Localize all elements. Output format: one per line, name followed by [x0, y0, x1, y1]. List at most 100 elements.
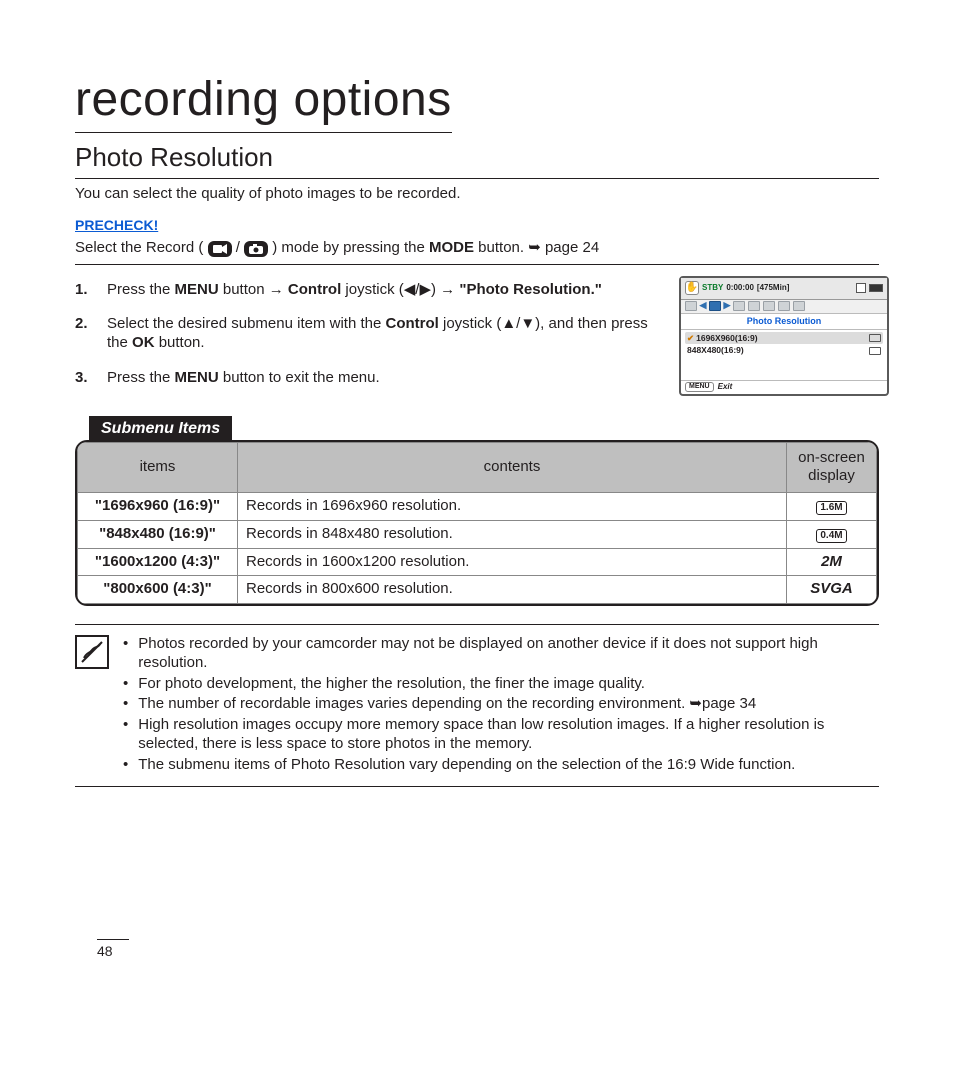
- modeline-post: ) mode by pressing the: [272, 239, 429, 256]
- step-number: 3.: [75, 369, 97, 388]
- bold-term: Control: [288, 281, 341, 298]
- iconrow-item: [778, 301, 790, 311]
- arrow-icon: ➥: [528, 239, 541, 256]
- note-text: The submenu items of Photo Resolution va…: [138, 756, 795, 775]
- camera-icon: [244, 241, 268, 257]
- table-row: "848x480 (16:9)"Records in 848x480 resol…: [78, 520, 877, 548]
- cell-display: SVGA: [787, 576, 877, 604]
- menu-pill: MENU: [685, 382, 714, 393]
- bold-term: MENU: [175, 369, 219, 386]
- notes-box: Photos recorded by your camcorder may no…: [75, 624, 879, 787]
- page-title: recording options: [75, 70, 452, 133]
- cell-item: "1696x960 (16:9)": [78, 493, 238, 521]
- note-item: Photos recorded by your camcorder may no…: [123, 635, 879, 673]
- note-text: High resolution images occupy more memor…: [138, 716, 879, 754]
- precheck-label: PRECHECK!: [75, 217, 879, 235]
- table-row: "800x600 (4:3)"Records in 800x600 resolu…: [78, 576, 877, 604]
- section-title: Photo Resolution: [75, 141, 879, 179]
- modeline-pre: Select the Record (: [75, 239, 208, 256]
- screen-iconrow: ◀ ▶: [681, 300, 887, 314]
- text: button.: [155, 334, 205, 351]
- step-body: Press the MENU button to exit the menu.: [107, 369, 380, 388]
- resolution-icon: [869, 347, 881, 355]
- cell-display: 0.4M: [787, 520, 877, 548]
- modeline-pageref: page 24: [545, 239, 599, 256]
- screen-option-list: ✔1696X960(16:9)848X480(16:9): [681, 330, 887, 359]
- text: button to exit the menu.: [219, 369, 380, 386]
- card-icon: [856, 283, 866, 293]
- cell-display: 2M: [787, 548, 877, 576]
- exit-label: Exit: [718, 382, 733, 392]
- lcd-preview: ✋ STBY 0:00:00 [475Min] ◀ ▶ Photo Resolu…: [679, 276, 889, 396]
- screen-option-label: 848X480(16:9): [687, 345, 744, 356]
- bold-term: Control: [385, 315, 438, 332]
- text: →: [440, 281, 455, 298]
- resolution-icon: [869, 334, 881, 342]
- submenu-tag: Submenu Items: [89, 416, 232, 442]
- step-number: 1.: [75, 281, 97, 300]
- display-badge: 1.6M: [816, 501, 846, 515]
- note-item: For photo development, the higher the re…: [123, 675, 879, 694]
- bold-term: "Photo Resolution.": [459, 281, 602, 298]
- iconrow-item: [763, 301, 775, 311]
- camcorder-icon: [208, 241, 232, 257]
- text: button: [219, 281, 269, 298]
- th-display: on-screen display: [787, 442, 877, 493]
- text: Press the: [107, 281, 175, 298]
- hand-icon: ✋: [685, 281, 699, 295]
- mode-instruction: Select the Record ( / ) mode by pressing…: [75, 239, 879, 265]
- step: 3. Press the MENU button to exit the menu…: [75, 369, 649, 388]
- cell-content: Records in 800x600 resolution.: [238, 576, 787, 604]
- submenu-section: Submenu Items items contents on-screen d…: [75, 416, 879, 607]
- cell-content: Records in 848x480 resolution.: [238, 520, 787, 548]
- display-badge: 0.4M: [816, 529, 846, 543]
- check-icon: ✔: [687, 333, 694, 343]
- screen-option-label: ✔1696X960(16:9): [687, 333, 758, 344]
- th-contents: contents: [238, 442, 787, 493]
- screen-remain: [475Min]: [757, 283, 789, 293]
- iconrow-item: [685, 301, 697, 311]
- screen-time: 0:00:00: [726, 283, 754, 293]
- note-text: For photo development, the higher the re…: [138, 675, 645, 694]
- screen-option: ✔1696X960(16:9): [685, 332, 883, 345]
- bold-term: MENU: [175, 281, 219, 298]
- iconrow-item: [733, 301, 745, 311]
- cell-display: 1.6M: [787, 493, 877, 521]
- text: Press the: [107, 369, 175, 386]
- step-body: Select the desired submenu item with the…: [107, 315, 649, 353]
- note-icon: [75, 635, 109, 669]
- text: joystick (◀/▶): [341, 281, 440, 298]
- bold-term: OK: [132, 334, 155, 351]
- note-item: The number of recordable images varies d…: [123, 695, 879, 714]
- cell-item: "848x480 (16:9)": [78, 520, 238, 548]
- submenu-table: items contents on-screen display "1696x9…: [77, 442, 877, 605]
- left-arrow-icon: ◀: [700, 301, 706, 311]
- mode-word: MODE: [429, 239, 474, 256]
- step: 2. Select the desired submenu item with t…: [75, 315, 649, 353]
- table-row: "1600x1200 (4:3)"Records in 1600x1200 re…: [78, 548, 877, 576]
- cell-item: "800x600 (4:3)": [78, 576, 238, 604]
- note-item: The submenu items of Photo Resolution va…: [123, 756, 879, 775]
- note-text: The number of recordable images varies d…: [138, 695, 756, 714]
- table-row: "1696x960 (16:9)"Records in 1696x960 res…: [78, 493, 877, 521]
- screen-option: 848X480(16:9): [685, 344, 883, 357]
- step-body: Press the MENU button → Control joystick…: [107, 281, 602, 300]
- text: Select the desired submenu item with the: [107, 315, 385, 332]
- note-text: Photos recorded by your camcorder may no…: [138, 635, 879, 673]
- iconrow-item: [748, 301, 760, 311]
- modeline-sep: /: [236, 239, 244, 256]
- cell-item: "1600x1200 (4:3)": [78, 548, 238, 576]
- right-arrow-icon: ▶: [724, 301, 730, 311]
- step-number: 2.: [75, 315, 97, 353]
- steps-list: 1. Press the MENU button → Control joysti…: [75, 281, 879, 388]
- cell-content: Records in 1600x1200 resolution.: [238, 548, 787, 576]
- screen-menu-title: Photo Resolution: [681, 314, 887, 330]
- display-badge: 2M: [821, 553, 842, 570]
- page-number: 48: [97, 939, 129, 961]
- intro-text: You can select the quality of photo imag…: [75, 185, 879, 204]
- notes-list: Photos recorded by your camcorder may no…: [123, 635, 879, 776]
- note-item: High resolution images occupy more memor…: [123, 716, 879, 754]
- iconrow-item: [793, 301, 805, 311]
- display-badge: SVGA: [810, 580, 853, 597]
- step: 1. Press the MENU button → Control joysti…: [75, 281, 649, 300]
